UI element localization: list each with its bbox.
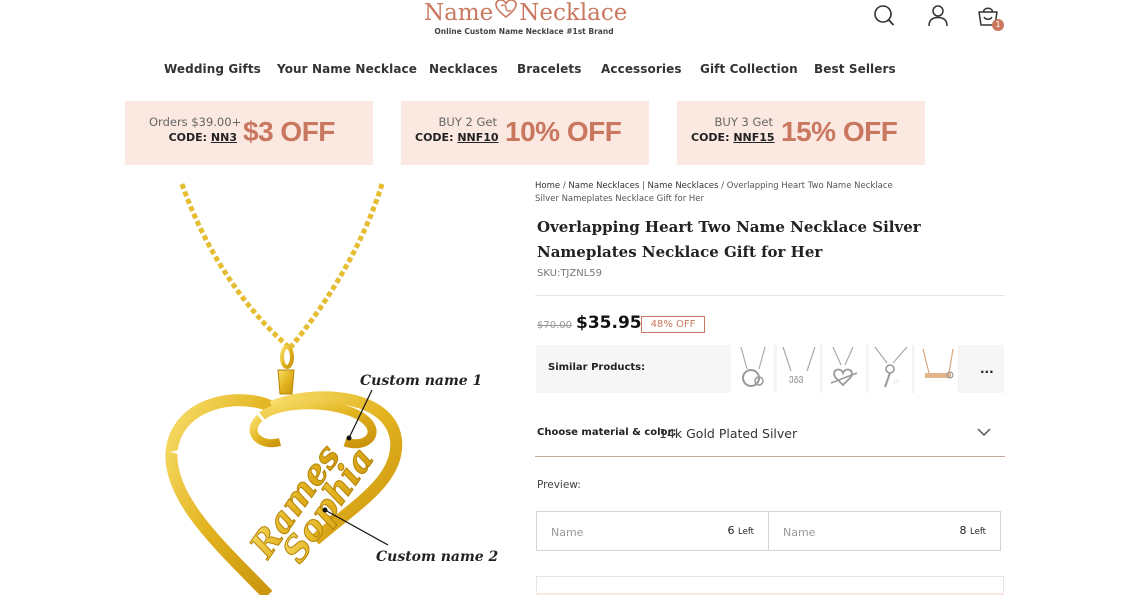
product-sku: SKU:TJZNL59 <box>537 268 603 279</box>
svg-text:ეგვ: ეგვ <box>789 374 804 384</box>
promo-banner-3[interactable]: BUY 3 Get CODE: NNF15 15% OFF <box>677 101 925 165</box>
chevron-down-icon <box>977 428 991 437</box>
product-title: Overlapping Heart Two Name Necklace Silv… <box>537 218 921 261</box>
svg-text:♡: ♡ <box>893 379 899 387</box>
main-nav: Wedding Gifts Your Name Necklace Necklac… <box>150 62 910 80</box>
promo-1-condition: Orders $39.00+ <box>149 115 242 129</box>
search-icon <box>874 5 894 26</box>
promo-2-text: BUY 2 Get CODE: NNF10 <box>415 115 499 145</box>
name-1-chars-left: 6 Left <box>727 524 755 537</box>
promo-2-condition: BUY 2 Get <box>438 115 497 129</box>
similar-thumb-3[interactable] <box>823 345 867 393</box>
product-image[interactable]: Rames Sophia Custom name 1 Custom name 2 <box>150 180 510 595</box>
material-color-label: Choose material & color: <box>537 427 677 438</box>
name-input-1[interactable] <box>551 526 711 539</box>
cart-button[interactable]: 1 <box>975 3 1004 31</box>
material-color-selector[interactable]: Choose material & color: 14k Gold Plated… <box>535 413 1005 457</box>
product-page: Name Necklace Online Custom Name Necklace… <box>0 0 1129 595</box>
logo-name-left: Name <box>424 0 494 26</box>
divider <box>535 295 1005 296</box>
nav-gift-collection[interactable]: Gift Collection <box>700 62 798 76</box>
account-button[interactable] <box>925 3 951 29</box>
discount-badge: 48% OFF <box>641 316 705 333</box>
nav-wedding-gifts[interactable]: Wedding Gifts <box>164 62 261 76</box>
breadcrumb: Home / Name Necklaces | Name Necklaces /… <box>535 181 893 204</box>
promo-3-code-line: CODE: NNF15 <box>691 131 775 144</box>
promo-3-code: NNF15 <box>733 131 775 144</box>
similar-products-label: Similar Products: <box>548 362 646 373</box>
promo-banner-1[interactable]: Orders $39.00+ CODE: NN3 $3 OFF <box>125 101 373 165</box>
similar-products: Similar Products: ეგვ ♡ ... <box>536 345 1004 393</box>
nav-accessories[interactable]: Accessories <box>601 62 682 76</box>
cart-count-badge: 1 <box>992 19 1004 31</box>
similar-thumb-4[interactable]: ♡ <box>869 345 913 393</box>
logo-tagline: Online Custom Name Necklace #1st Brand <box>434 27 614 36</box>
material-color-value: 14k Gold Plated Silver <box>659 426 798 441</box>
name-field-2: 8 Left <box>768 511 1001 551</box>
logo-wordmark: Name Necklace <box>424 0 628 27</box>
brand-logo[interactable]: Name Necklace Online Custom Name Necklace… <box>424 0 628 40</box>
promo-3-condition: BUY 3 Get <box>714 115 773 129</box>
promo-banner-2[interactable]: BUY 2 Get CODE: NNF10 10% OFF <box>401 101 649 165</box>
similar-thumb-5[interactable] <box>915 345 959 393</box>
promo-1-code: NN3 <box>210 131 237 144</box>
similar-thumb-1[interactable] <box>731 345 775 393</box>
promo-3-offer: 15% OFF <box>781 116 898 147</box>
promo-1-text: Orders $39.00+ CODE: NN3 <box>149 115 242 145</box>
name-field-1: 6 Left <box>536 511 769 551</box>
nav-your-name-necklace[interactable]: Your Name Necklace <box>277 62 417 76</box>
similar-thumb-2[interactable]: ეგვ <box>777 345 821 393</box>
name-2-chars-left: 8 Left <box>959 524 987 537</box>
nav-necklaces[interactable]: Necklaces <box>429 62 498 76</box>
breadcrumb-home[interactable]: Home <box>535 181 560 191</box>
similar-more-button[interactable]: ... <box>980 362 994 376</box>
promo-3-text: BUY 3 Get CODE: NNF15 <box>691 115 775 145</box>
promo-2-offer: 10% OFF <box>505 116 622 147</box>
breadcrumb-name-necklaces-2[interactable]: Name Necklaces <box>648 181 719 191</box>
sale-price: $35.95 <box>576 313 642 333</box>
promo-2-code: NNF10 <box>457 131 499 144</box>
promo-1-code-line: CODE: NN3 <box>168 131 237 144</box>
custom-name-2-label: Custom name 2 <box>376 549 499 565</box>
promo-1-offer: $3 OFF <box>243 116 335 147</box>
preview-label: Preview: <box>537 479 581 491</box>
name-input-2[interactable] <box>783 526 943 539</box>
nav-bracelets[interactable]: Bracelets <box>517 62 581 76</box>
nav-best-sellers[interactable]: Best Sellers <box>814 62 896 76</box>
breadcrumb-name-necklaces-1[interactable]: Name Necklaces <box>568 181 639 191</box>
custom-name-1-label: Custom name 1 <box>360 373 483 389</box>
logo-name-right: Necklace <box>519 0 628 26</box>
logo-heart-icon <box>495 0 518 25</box>
promo-2-code-line: CODE: NNF10 <box>415 131 499 144</box>
user-icon <box>928 5 948 27</box>
search-button[interactable] <box>871 3 897 29</box>
original-price: $70.00 <box>537 320 572 331</box>
